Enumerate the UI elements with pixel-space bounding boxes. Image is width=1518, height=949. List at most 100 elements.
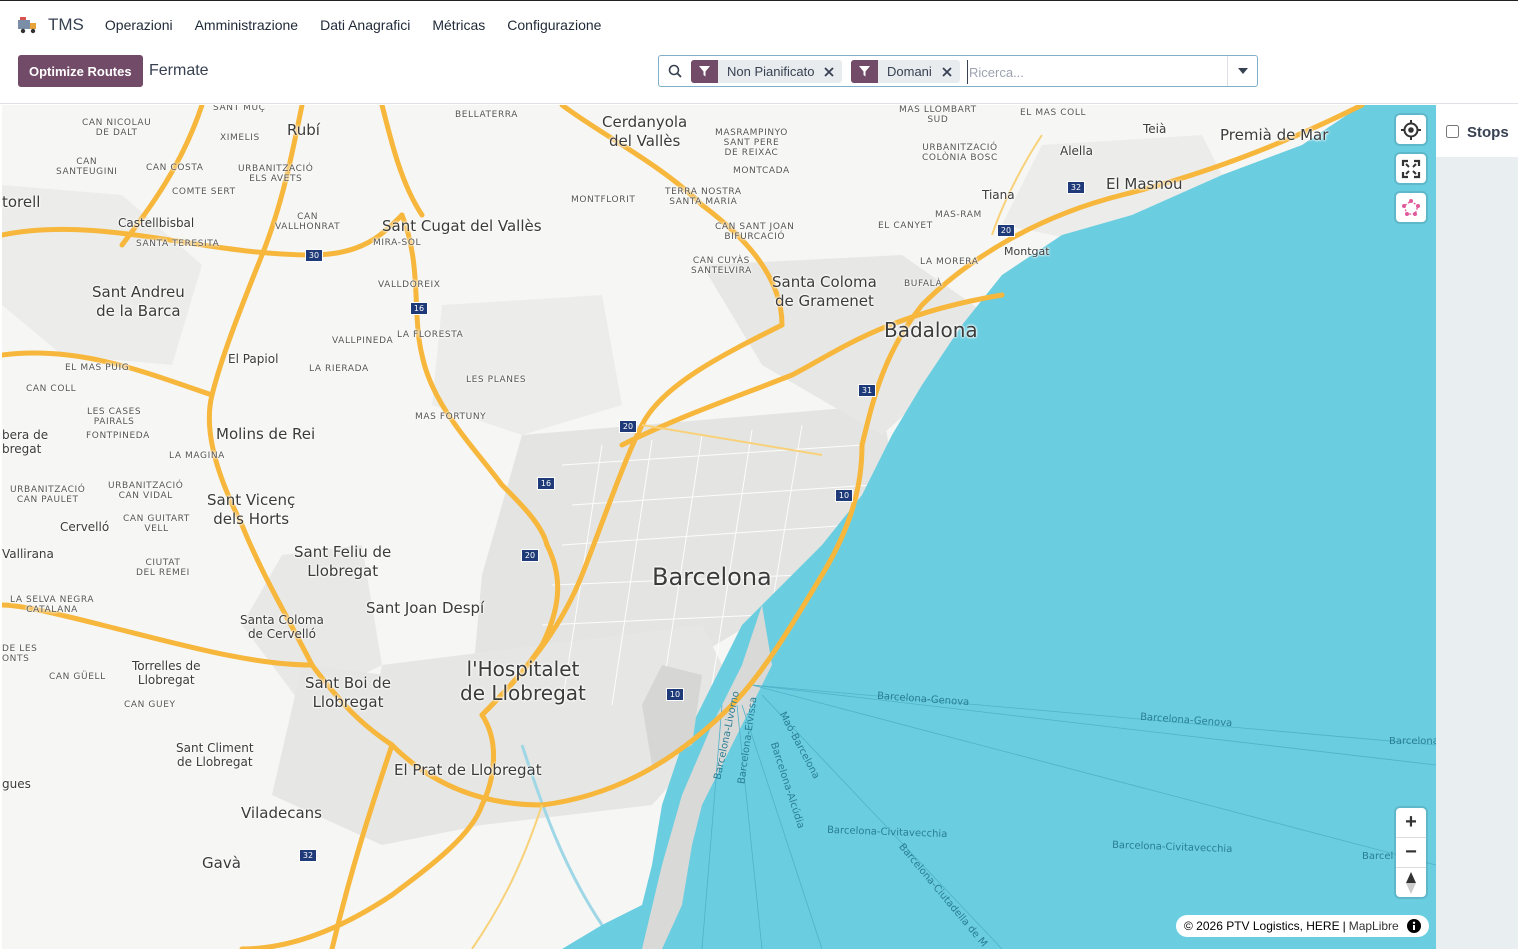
map-label-la-rierada: LA RIERADA <box>309 364 369 374</box>
map-label-bellaterra: BELLATERRA <box>455 110 519 120</box>
sea-route-barcel: Barcel <box>1362 851 1394 862</box>
map-label-sant-andreu: Sant Andreu de la Barca <box>92 283 185 320</box>
stops-label[interactable]: Stops <box>1467 124 1509 141</box>
locate-control <box>1396 115 1426 144</box>
menu-metricas[interactable]: Métricas <box>421 17 496 33</box>
control-panel: Optimize Routes Fermate Non Pianificato … <box>0 48 1518 104</box>
menu-dati-anagrafici[interactable]: Dati Anagrafici <box>309 17 421 33</box>
map-label-abrera: bera de bregat <box>2 428 49 456</box>
map-label-urb-can-vidal: URBANITZACIÓ CAN VIDAL <box>108 481 184 501</box>
map-label-sant-feliu: Sant Feliu de Llobregat <box>294 543 392 580</box>
zoom-in-button[interactable]: + <box>1396 808 1426 837</box>
zoom-out-button[interactable]: − <box>1396 837 1426 867</box>
map-label-can-vallhonrat: CAN VALLHONRAT <box>275 212 341 232</box>
map-label-urb-can-paulet: URBANITZACIÓ CAN PAULET <box>10 485 86 505</box>
close-icon[interactable] <box>822 65 836 79</box>
map-label-valldoreix: VALLDOREIX <box>378 280 441 290</box>
breadcrumb-fermate: Fermate <box>149 62 209 79</box>
optimize-routes-button[interactable]: Optimize Routes <box>18 55 143 87</box>
map-label-can-sant-joan: CAN SANT JOAN BIFURCACIÓ <box>715 222 795 242</box>
search-facet-domani: Domani <box>851 60 960 83</box>
map-label-rubi: Rubí <box>287 121 320 139</box>
map-label-montflorit: MONTFLORIT <box>571 195 636 205</box>
reset-bearing-button[interactable] <box>1396 867 1426 897</box>
route-shield: 10 <box>666 688 684 701</box>
attribution-separator: | <box>1342 919 1346 933</box>
draw-control <box>1396 193 1426 222</box>
map-label-can-guell: CAN GÜELL <box>49 672 106 682</box>
route-shield: 20 <box>619 420 637 433</box>
map-label-tiana: Tiana <box>982 188 1015 202</box>
search-icon[interactable] <box>668 64 682 78</box>
map-label-montcada: MONTCADA <box>733 166 790 176</box>
locate-button[interactable] <box>1396 115 1426 144</box>
search-options-toggle[interactable] <box>1227 56 1257 86</box>
route-shield: 31 <box>858 384 876 397</box>
fullscreen-button[interactable] <box>1396 154 1426 183</box>
map-label-sant-boi: Sant Boi de Llobregat <box>305 674 392 711</box>
crosshair-icon <box>1401 119 1421 140</box>
map-label-gues: gues <box>2 777 31 791</box>
top-navbar: TMS Operazioni Amministrazione Dati Anag… <box>0 0 1518 48</box>
menu-operazioni[interactable]: Operazioni <box>94 17 184 33</box>
polygon-draw-icon <box>1402 198 1420 216</box>
route-shield: 20 <box>521 549 539 562</box>
zoom-control: + − <box>1396 808 1426 897</box>
minus-icon: − <box>1405 841 1417 863</box>
map-label-badalona: Badalona <box>884 318 978 342</box>
map-label-hospitalet: l'Hospitalet de Llobregat <box>460 657 586 705</box>
map-label-vallpineda: VALLPINEDA <box>332 336 394 346</box>
sea-route-barcelona: Barcelona <box>1389 736 1436 747</box>
map-label-les-planes: LES PLANES <box>466 375 527 385</box>
route-shield: 10 <box>835 489 853 502</box>
map-label-santa-teresita: SANTA TERESITA <box>136 239 220 249</box>
map-label-sant-muc: SANT MUÇ <box>213 105 266 113</box>
map-label-la-selva: LA SELVA NEGRA CATALANA <box>10 595 95 615</box>
map-label-montgat: Montgat <box>1004 245 1050 258</box>
map-label-masrampinyo: MASRAMPINYO SANT PERE DE REIXAC <box>715 128 788 158</box>
map-canvas[interactable]: Cerdanyola del Vallès Sant Cugat del Val… <box>2 105 1436 949</box>
map-label-les-cases: LES CASES PAIRALS <box>87 407 142 427</box>
maplibre-link[interactable]: MapLibre <box>1349 919 1399 933</box>
side-panel: Stops <box>1436 105 1518 949</box>
map-label-sant-cugat: Sant Cugat del Vallès <box>382 217 542 235</box>
draw-polygon-button[interactable] <box>1396 193 1426 222</box>
map-label-can-costa: CAN COSTA <box>146 163 204 173</box>
map-label-barcelona: Barcelona <box>652 563 772 591</box>
menu-amministrazione[interactable]: Amministrazione <box>184 17 309 33</box>
compass-icon <box>1406 871 1416 894</box>
map-label-mas-ram: MAS-RAM <box>935 210 982 220</box>
search-input[interactable] <box>967 60 1221 84</box>
menu-configurazione[interactable]: Configurazione <box>496 17 612 33</box>
info-icon[interactable] <box>1406 919 1421 933</box>
stops-checkbox[interactable] <box>1446 125 1459 138</box>
map-label-el-papiol: El Papiol <box>228 352 279 366</box>
main-menu: Operazioni Amministrazione Dati Anagrafi… <box>94 17 613 33</box>
map-label-de-les-fonts: DE LES ONTS <box>2 644 38 664</box>
truck-logo-icon <box>18 16 36 33</box>
search-bar[interactable]: Non Pianificato Domani <box>658 55 1258 87</box>
route-shield: 20 <box>997 224 1015 237</box>
attribution-text: © 2026 PTV Logistics, HERE <box>1184 919 1340 933</box>
map-label-mas-llombart: MAS LLOMBART SUD <box>899 105 977 125</box>
map-label-molins: Molins de Rei <box>216 425 316 443</box>
map-label-teia: Teià <box>1143 122 1167 136</box>
map-label-el-canyet: EL CANYET <box>878 221 933 231</box>
route-shield: 30 <box>305 249 323 262</box>
map-label-el-prat: El Prat de Llobregat <box>394 761 542 779</box>
map-label-viladecans: Viladecans <box>241 804 322 822</box>
map-label-la-magina: LA MAGINA <box>169 451 225 461</box>
map-label-mas-fortuny: MAS FORTUNY <box>415 412 487 422</box>
map-label-urb-els-avets: URBANITZACIÓ ELS AVETS <box>238 164 314 184</box>
map-label-fontpineda: FONTPINEDA <box>86 431 150 441</box>
filter-icon <box>851 60 878 83</box>
route-shield: 16 <box>537 477 555 490</box>
map-label-mira-sol: MIRA-SOL <box>373 238 422 248</box>
map-label-can-guitart: CAN GUITART VELL <box>123 514 190 534</box>
map-label-ciutat-remei: CIUTAT DEL REMEI <box>136 558 190 578</box>
close-icon[interactable] <box>940 65 954 79</box>
map-label-el-mas-puig: EL MAS PUIG <box>65 363 130 373</box>
app-brand[interactable]: TMS <box>16 13 84 37</box>
map-label-alella: Alella <box>1060 144 1093 158</box>
map-label-terra-nostra: TERRA NOSTRA SANTA MARIA <box>665 187 742 207</box>
